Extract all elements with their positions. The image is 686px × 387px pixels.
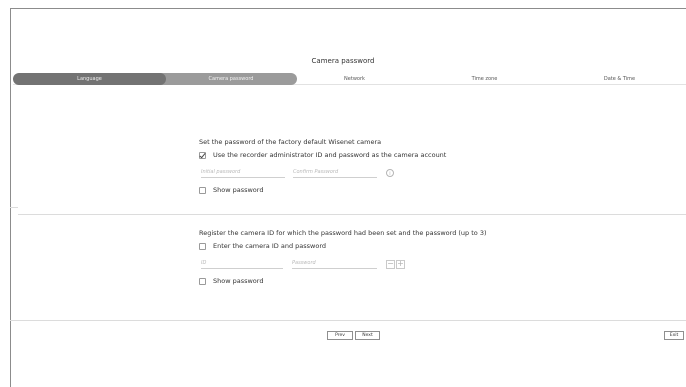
step-language: Language: [13, 73, 166, 85]
enter-camera-id-row[interactable]: Enter the camera ID and password: [199, 242, 326, 250]
use-admin-account-row[interactable]: Use the recorder administrator ID and pa…: [199, 151, 446, 159]
enter-camera-id-checkbox[interactable]: [199, 242, 206, 250]
show-password-row-1[interactable]: Show password: [199, 186, 263, 194]
show-password-row-2[interactable]: Show password: [199, 277, 263, 285]
use-admin-account-label: Use the recorder administrator ID and pa…: [213, 151, 447, 159]
camera-password-field[interactable]: Password: [292, 259, 377, 269]
info-icon[interactable]: i: [386, 169, 394, 177]
show-password-label-2: Show password: [213, 277, 264, 285]
left-divider-tick: [10, 207, 18, 208]
step-camera-password: Camera password: [159, 73, 297, 85]
section-divider: [18, 214, 686, 215]
enter-camera-id-label: Enter the camera ID and password: [213, 242, 326, 250]
use-admin-account-checkbox[interactable]: [199, 151, 206, 159]
add-camera-button[interactable]: +: [396, 260, 405, 269]
initial-password-field[interactable]: Initial password: [201, 168, 285, 178]
section1-heading: Set the password of the factory default …: [199, 138, 382, 146]
show-password-label-1: Show password: [213, 186, 264, 194]
camera-id-field[interactable]: ID: [201, 259, 283, 269]
exit-button[interactable]: Exit: [664, 331, 684, 340]
footer-divider: [10, 320, 686, 321]
remove-camera-button[interactable]: −: [386, 260, 395, 269]
section2-heading: Register the camera ID for which the pas…: [199, 229, 487, 237]
show-password-checkbox-1[interactable]: [199, 186, 206, 194]
page-title: Camera password: [311, 57, 375, 65]
confirm-password-field[interactable]: Confirm Password: [293, 168, 377, 178]
wizard-stepper: Language Camera password Network Time zo…: [13, 73, 686, 85]
step-network: Network: [344, 76, 365, 82]
step-date-time: Date & Time: [603, 76, 636, 82]
step-time-zone: Time zone: [471, 76, 498, 82]
prev-button[interactable]: Prev: [327, 331, 353, 340]
show-password-checkbox-2[interactable]: [199, 277, 206, 285]
next-button[interactable]: Next: [355, 331, 380, 340]
